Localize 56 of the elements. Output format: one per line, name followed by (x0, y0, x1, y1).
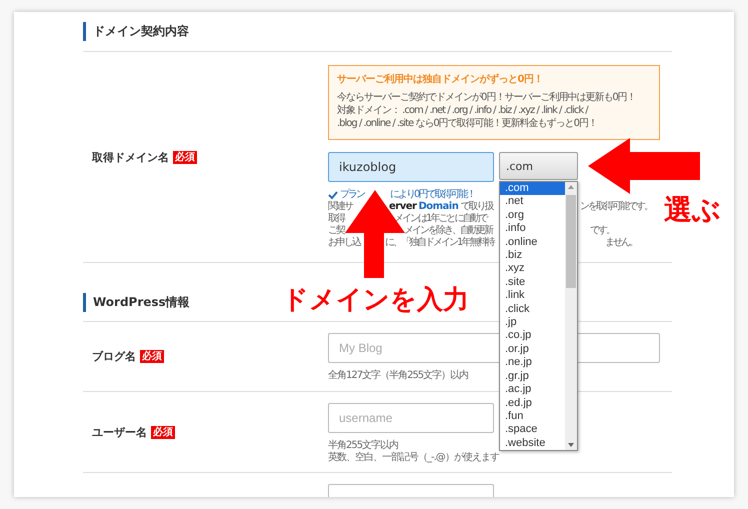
dropdown-option[interactable]: .info (500, 222, 565, 236)
section-title: WordPress情報 (83, 293, 190, 312)
note-text: ンを取得可能です。 (580, 201, 652, 213)
dropdown-option[interactable]: .space (500, 423, 565, 437)
promo-text: .blog / .online / .site なら0円で取得可能！更新料金もずっと0円！ (337, 117, 598, 130)
promo-title: サーバーご利用中は独自ドメインがずっと0円！ (337, 72, 544, 86)
dropdown-option[interactable]: .click (500, 302, 565, 316)
note-text: お申し込 (328, 237, 360, 249)
field-label: ユーザー名 (92, 424, 147, 440)
promo-text: 対象ドメイン： .com / .net / .org / .info / .biz / .xyz / .link / .click / (337, 104, 590, 117)
promo-text: 今ならサーバーご契約でドメインが0円！サーバーご利用中は更新も0円！ (337, 91, 637, 104)
note-text: です。 (590, 225, 614, 237)
dropdown-option[interactable]: .net (500, 195, 565, 209)
dropdown-option[interactable]: .or.jp (500, 342, 565, 356)
dropdown-option[interactable]: .jp (500, 316, 565, 330)
section-title: ドメイン契約内容 (83, 22, 189, 41)
annotation-text: ドメインを入力 (282, 284, 469, 317)
dropdown-option[interactable]: .ed.jp (500, 396, 565, 410)
note-text: 関連サ (328, 201, 352, 213)
dropdown-option[interactable]: .fun (500, 410, 565, 424)
dropdown-option[interactable]: .biz (500, 249, 565, 262)
note-text: Domain (418, 201, 458, 213)
dropdown-option[interactable]: .gr.jp (500, 370, 565, 384)
note-text: ません。 (605, 237, 637, 249)
scroll-up-icon[interactable] (568, 185, 574, 189)
note-text: 取得 (328, 213, 344, 224)
dropdown-option[interactable]: .org (500, 208, 565, 222)
dropdown-option[interactable]: .online (500, 236, 565, 250)
text-input[interactable]: username (328, 403, 494, 433)
dropdown-option[interactable]: .website (500, 436, 565, 450)
hint-text: 半角255文字以内 (328, 440, 398, 452)
field-label: ブログ名 (92, 349, 136, 364)
required-badge: 必須 (151, 426, 175, 438)
scrollbar[interactable] (565, 182, 577, 450)
note-text: プラン (340, 189, 364, 200)
annotation-text: 選ぶ (664, 192, 721, 228)
note-text: により0円で取得可能！ (390, 189, 474, 201)
scroll-down-icon[interactable] (568, 443, 574, 448)
required-badge: 必須 (140, 350, 164, 363)
dropdown-option[interactable]: .xyz (500, 262, 565, 276)
hint-text: 英数、空白、一部記号（_-.@）が使えます (328, 452, 499, 464)
check-icon (328, 190, 338, 200)
dropdown-option[interactable]: .site (500, 276, 565, 290)
note-text: メインを除き、自動更新 (404, 225, 492, 236)
dropdown-option[interactable]: .com (500, 182, 565, 196)
hint-text: 全角127文字（半角255文字）以内 (328, 370, 468, 382)
dropdown-option[interactable]: .link (500, 289, 565, 303)
note-text: に、「独自ドメイン1年無料特 (385, 237, 494, 249)
required-badge: 必須 (173, 150, 197, 164)
dropdown-option[interactable]: .ac.jp (500, 383, 565, 396)
field-label: 取得ドメイン名 (92, 150, 169, 164)
note-text: で取り扱 (460, 201, 492, 213)
note-text: ご契 (328, 225, 344, 236)
domain-input[interactable]: ikuzoblog (328, 152, 494, 182)
tld-select[interactable]: .com (499, 152, 578, 180)
note-text: erver (389, 201, 416, 213)
